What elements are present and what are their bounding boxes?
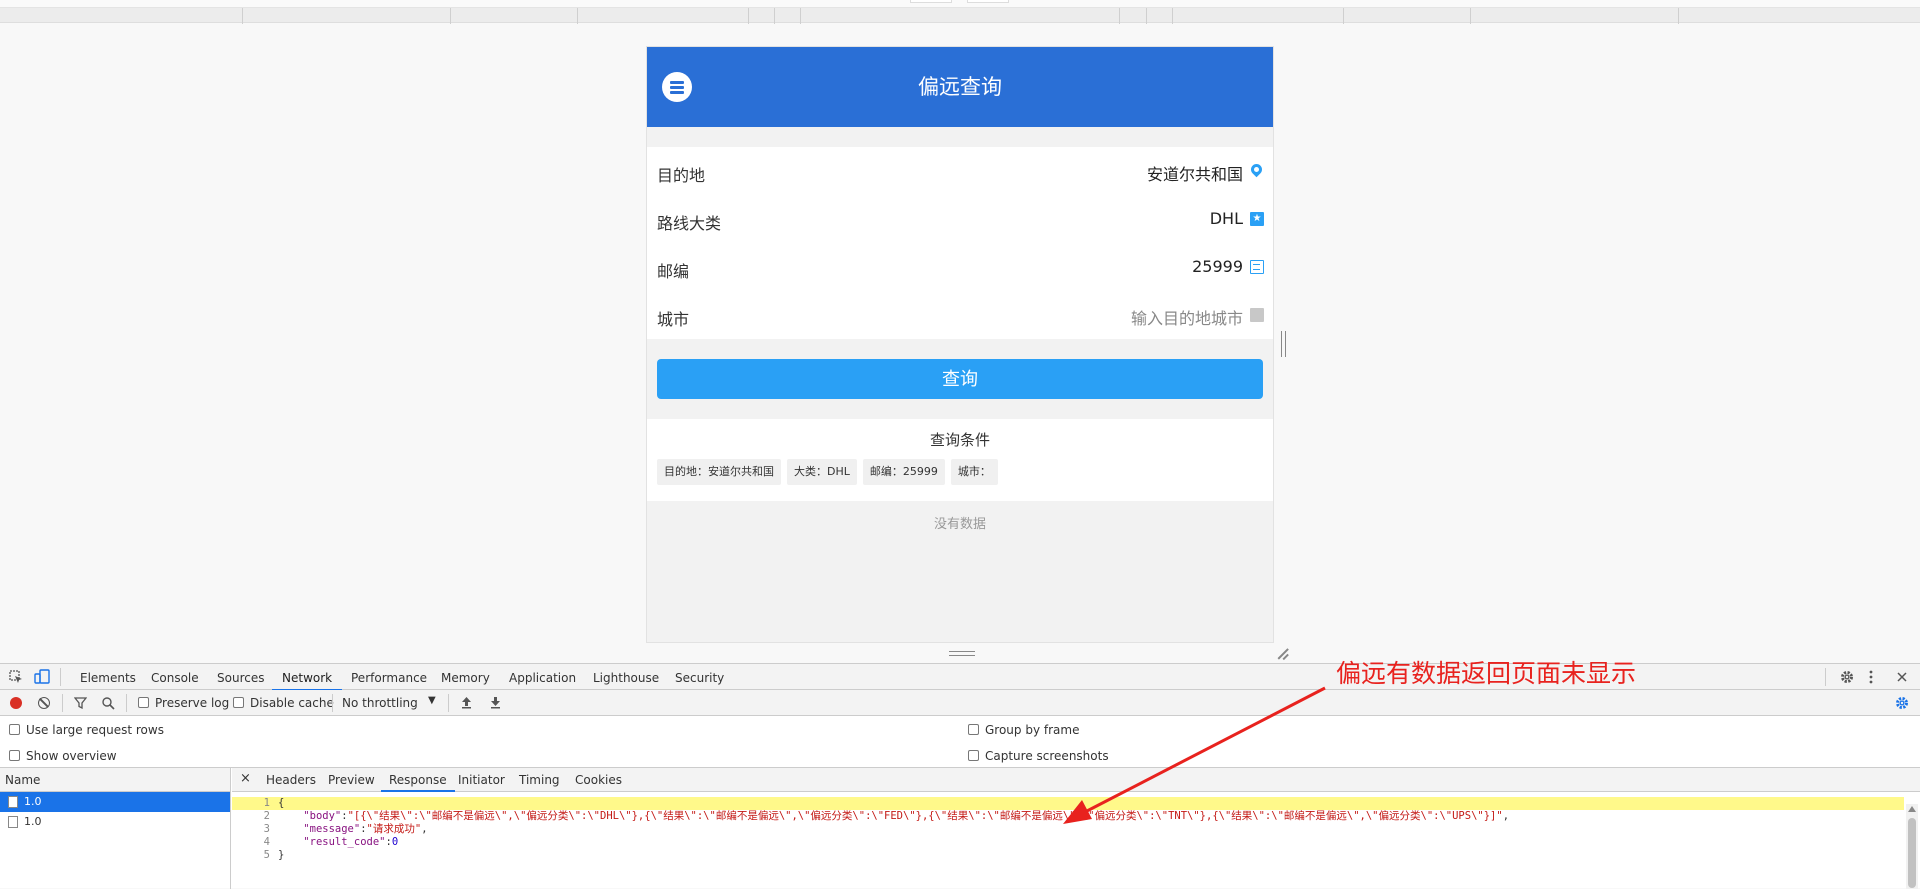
tab-network[interactable]: Network	[271, 671, 343, 691]
detail-tabbar: × Headers Preview Response Initiator Tim…	[232, 768, 1920, 792]
no-data-message: 没有数据	[933, 517, 986, 532]
disable-cache-checkbox[interactable]	[233, 697, 244, 708]
field-label: 路线大类	[657, 214, 722, 233]
location-pin-icon[interactable]	[1248, 161, 1265, 178]
viewport-resize-handle-corner[interactable]	[1277, 648, 1289, 660]
condition-chip: 大类：DHL	[787, 459, 857, 485]
preserve-log-checkbox[interactable]	[138, 697, 149, 708]
destination-value[interactable]: 安道尔共和国	[1147, 161, 1243, 185]
viewport-resize-handle-bottom[interactable]	[949, 651, 975, 656]
more-options-icon[interactable]	[1868, 670, 1874, 684]
tab-lighthouse[interactable]: Lighthouse	[593, 671, 659, 685]
city-input[interactable]: 输入目的地城市	[1131, 305, 1243, 329]
show-overview-label: Show overview	[26, 749, 117, 763]
large-rows-checkbox[interactable]	[9, 724, 20, 735]
tab-elements[interactable]: Elements	[80, 671, 136, 685]
tab-sources[interactable]: Sources	[217, 671, 264, 685]
clear-icon[interactable]	[38, 697, 50, 709]
request-detail: × Headers Preview Response Initiator Tim…	[232, 768, 1920, 889]
query-form: 目的地 安道尔共和国 路线大类 DHL ★ 邮编 25999 城市 输入目的地城…	[647, 147, 1273, 339]
preserve-log-label: Preserve log	[155, 696, 230, 710]
field-label: 城市	[657, 310, 690, 329]
request-row[interactable]: 1.0	[0, 792, 230, 812]
request-name: 1.0	[24, 815, 42, 828]
document-icon	[8, 816, 18, 828]
devtools-panel: Elements Console Sources Network Perform…	[0, 663, 1920, 889]
route-category-value[interactable]: DHL	[1210, 209, 1243, 228]
tab-memory[interactable]: Memory	[441, 671, 490, 685]
settings-gear-icon[interactable]	[1840, 670, 1854, 684]
tab-cookies[interactable]: Cookies	[575, 773, 622, 787]
group-by-frame-label: Group by frame	[985, 723, 1080, 737]
condition-chip: 邮编：25999	[862, 459, 945, 485]
media-query-tab[interactable]	[910, 0, 952, 3]
filter-icon[interactable]	[74, 697, 87, 709]
name-column-header[interactable]: Name	[0, 768, 230, 792]
media-query-tab[interactable]	[967, 0, 1009, 3]
condition-chip: 城市：	[950, 459, 998, 485]
tab-timing[interactable]: Timing	[519, 773, 560, 787]
postcode-field[interactable]: 邮编 25999	[647, 243, 1273, 291]
request-list: Name 1.0 1.0	[0, 768, 231, 889]
media-query-bar	[0, 0, 1920, 7]
condition-chip: 目的地：安道尔共和国	[657, 459, 781, 485]
device-toolbar-icon[interactable]	[34, 669, 50, 684]
tab-initiator[interactable]: Initiator	[458, 773, 505, 787]
record-icon[interactable]	[10, 697, 22, 709]
tab-performance[interactable]: Performance	[351, 671, 427, 685]
inspect-element-icon[interactable]	[9, 670, 23, 684]
request-name: 1.0	[24, 795, 42, 808]
field-label: 邮编	[657, 262, 690, 281]
group-by-frame-checkbox[interactable]	[968, 724, 979, 735]
viewport-resize-handle-right[interactable]	[1281, 331, 1286, 357]
field-label: 目的地	[657, 166, 706, 185]
response-body[interactable]: 1{ 2 "body":"[{\"结果\":\"邮编不是偏远\",\"偏远分类\…	[232, 792, 1904, 889]
postcode-value[interactable]: 25999	[1192, 257, 1243, 276]
code-line: 4 "result_code":0	[263, 836, 399, 848]
export-har-icon[interactable]	[490, 696, 501, 709]
tab-preview[interactable]: Preview	[328, 773, 375, 787]
dropdown-arrow-icon[interactable]: ▼	[428, 695, 436, 706]
app-header: 偏远查询	[647, 47, 1273, 127]
tab-security[interactable]: Security	[675, 671, 724, 685]
close-devtools-icon[interactable]	[1897, 672, 1907, 682]
response-scrollbar[interactable]	[1906, 804, 1918, 889]
destination-field[interactable]: 目的地 安道尔共和国	[647, 147, 1273, 195]
tab-application[interactable]: Application	[509, 671, 576, 685]
import-har-icon[interactable]	[461, 696, 472, 709]
close-detail-icon[interactable]: ×	[240, 771, 251, 786]
tab-console[interactable]: Console	[151, 671, 199, 685]
capture-screenshots-label: Capture screenshots	[985, 749, 1109, 763]
code-line: 2 "body":"[{\"结果\":\"邮编不是偏远\",\"偏远分类\":\…	[263, 810, 1510, 822]
conditions-title: 查询条件	[929, 431, 990, 449]
page-title: 偏远查询	[918, 75, 1002, 99]
device-ruler	[0, 7, 1920, 24]
route-category-field[interactable]: 路线大类 DHL ★	[647, 195, 1273, 243]
tab-headers[interactable]: Headers	[266, 773, 316, 787]
star-badge-icon[interactable]: ★	[1250, 212, 1264, 226]
tab-response[interactable]: Response	[381, 773, 455, 792]
code-line: 5}	[263, 849, 285, 861]
mobile-viewport: 偏远查询 目的地 安道尔共和国 路线大类 DHL ★ 邮编 25999 城市 输…	[646, 46, 1274, 643]
network-toolbar: Preserve log Disable cache No throttling…	[0, 690, 1920, 716]
request-row[interactable]: 1.0	[0, 812, 230, 832]
large-rows-label: Use large request rows	[26, 723, 164, 737]
capture-screenshots-checkbox[interactable]	[968, 750, 979, 761]
document-icon	[8, 796, 18, 808]
query-button[interactable]: 查询	[657, 359, 1263, 399]
code-line: 1{	[232, 797, 1904, 810]
building-icon[interactable]	[1250, 308, 1264, 322]
network-settings-pane: Use large request rows Show overview Gro…	[0, 716, 1920, 768]
postcode-icon[interactable]	[1250, 260, 1264, 274]
show-overview-checkbox[interactable]	[9, 750, 20, 761]
query-conditions: 查询条件 目的地：安道尔共和国 大类：DHL 邮编：25999 城市：	[647, 419, 1273, 501]
code-line: 3 "message":"请求成功",	[263, 823, 428, 835]
annotation-text: 偏远有数据返回页面未显示	[1336, 659, 1637, 688]
throttling-select[interactable]: No throttling	[342, 696, 418, 710]
search-icon[interactable]	[102, 697, 115, 710]
network-settings-icon[interactable]	[1895, 696, 1909, 710]
disable-cache-label: Disable cache	[250, 696, 334, 710]
city-field[interactable]: 城市 输入目的地城市	[647, 291, 1273, 339]
